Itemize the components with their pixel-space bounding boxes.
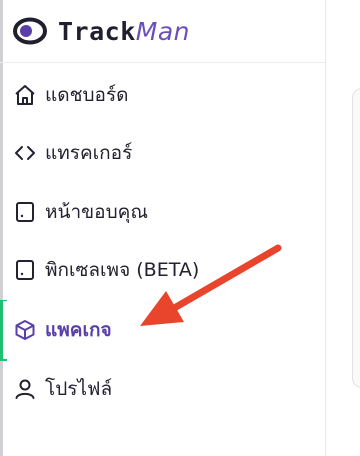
logo-text-track: Track [58,17,136,46]
logo-text-man: Man [135,17,190,46]
sidebar-item-package[interactable]: แพคเกจ [3,301,325,359]
sidebar-item-label: แทรคเกอร์ [45,142,133,164]
home-icon [13,83,37,107]
sidebar-divider [325,0,326,456]
tablet-icon [13,200,37,224]
sidebar-item-label: แดชบอร์ด [45,84,129,106]
code-icon [13,141,37,165]
sidebar-item-dashboard[interactable]: แดชบอร์ด [3,66,325,124]
sidebar-item-pixel-page[interactable]: พิกเซลเพจ (BETA) [3,241,325,299]
user-icon [13,377,37,401]
sidebar-item-thankyou-page[interactable]: หน้าขอบคุณ [3,183,325,241]
sidebar-item-label: หน้าขอบคุณ [45,201,148,223]
app-header: TrackMan [0,0,325,63]
tablet-icon [13,258,37,282]
brand-logo[interactable]: TrackMan [58,18,190,46]
trackman-logo-icon [12,16,48,46]
sidebar-item-label: แพคเกจ [45,319,112,341]
package-icon [13,318,37,342]
sidebar-item-tracker[interactable]: แทรคเกอร์ [3,124,325,182]
sidebar-item-label: พิกเซลเพจ (BETA) [45,259,200,281]
sidebar-item-profile[interactable]: โปรไฟล์ [3,360,325,418]
content-card [352,88,360,388]
sidebar-item-label: โปรไฟล์ [45,378,113,400]
